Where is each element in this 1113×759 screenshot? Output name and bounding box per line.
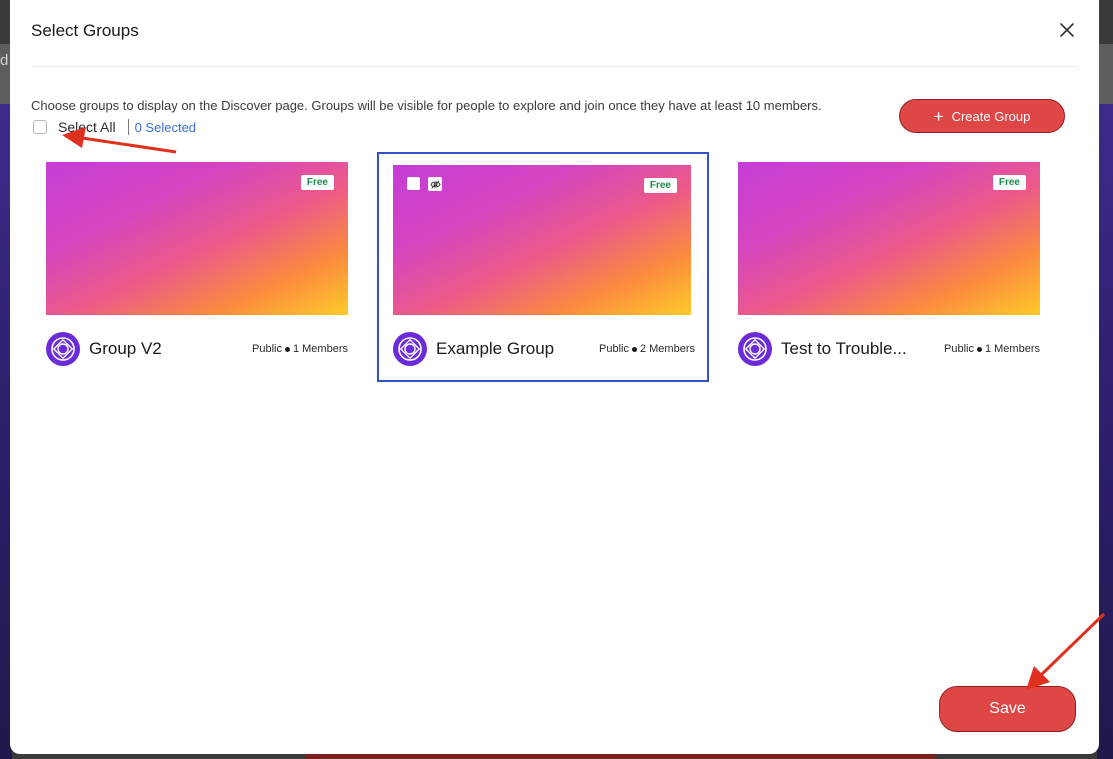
selected-count: 0 Selected	[134, 119, 197, 135]
plus-icon: +	[933, 106, 944, 126]
group-meta: Group V2 Public 1 Members	[46, 332, 348, 366]
free-badge: Free	[300, 175, 334, 190]
group-meta: Example Group Public 2 Members	[393, 332, 695, 366]
background-partial-text: d	[0, 52, 9, 69]
free-badge: Free	[992, 175, 1026, 190]
select-groups-modal: Select Groups Choose groups to display o…	[10, 0, 1099, 754]
group-cover-image: Free	[393, 165, 691, 315]
group-cover-image: Free	[738, 162, 1040, 315]
group-name: Group V2	[89, 339, 162, 358]
dot-separator	[976, 346, 982, 352]
dot-separator	[631, 346, 637, 352]
group-members: 1 Members	[984, 343, 1040, 355]
dot-separator	[284, 346, 290, 352]
group-visibility: Public	[252, 343, 282, 355]
modal-description: Choose groups to display on the Discover…	[31, 98, 822, 113]
group-select-checkbox[interactable]	[407, 177, 420, 190]
group-info: Public 1 Members	[944, 343, 1040, 355]
background-right-panel	[1097, 104, 1113, 759]
select-all-checkbox[interactable]	[33, 120, 47, 134]
save-button[interactable]: Save	[939, 686, 1076, 732]
select-all-row: Select All 0 Selected	[33, 118, 196, 136]
eye-off-icon[interactable]	[428, 177, 442, 191]
group-meta: Test to Trouble... Public 1 Members	[738, 332, 1040, 366]
separator	[127, 119, 129, 135]
group-card[interactable]: Free Test to Trouble... Public 1 Members	[724, 152, 1056, 382]
select-all-label[interactable]: Select All	[58, 119, 116, 135]
group-members: 1 Members	[292, 343, 348, 355]
group-info: Public 1 Members	[252, 343, 348, 355]
group-members: 2 Members	[639, 343, 695, 355]
header-divider	[31, 66, 1078, 67]
group-visibility: Public	[944, 343, 974, 355]
close-icon	[1060, 23, 1074, 37]
group-logo-icon	[46, 332, 80, 366]
group-logo-icon	[738, 332, 772, 366]
modal-title: Select Groups	[31, 21, 139, 40]
free-badge: Free	[643, 178, 677, 193]
group-card[interactable]: Free Group V2 Public 1 Members	[32, 152, 364, 382]
create-group-button[interactable]: + Create Group	[899, 99, 1065, 133]
group-card-selected[interactable]: Free Example Group Public 2 Members	[377, 152, 709, 382]
group-visibility: Public	[599, 343, 629, 355]
create-group-label: Create Group	[951, 108, 1031, 124]
group-name: Example Group	[436, 339, 555, 358]
group-name: Test to Trouble...	[781, 339, 907, 358]
group-logo-icon	[393, 332, 427, 366]
group-info: Public 2 Members	[599, 343, 695, 355]
group-cover-image: Free	[46, 162, 348, 315]
close-button[interactable]	[1057, 20, 1077, 40]
